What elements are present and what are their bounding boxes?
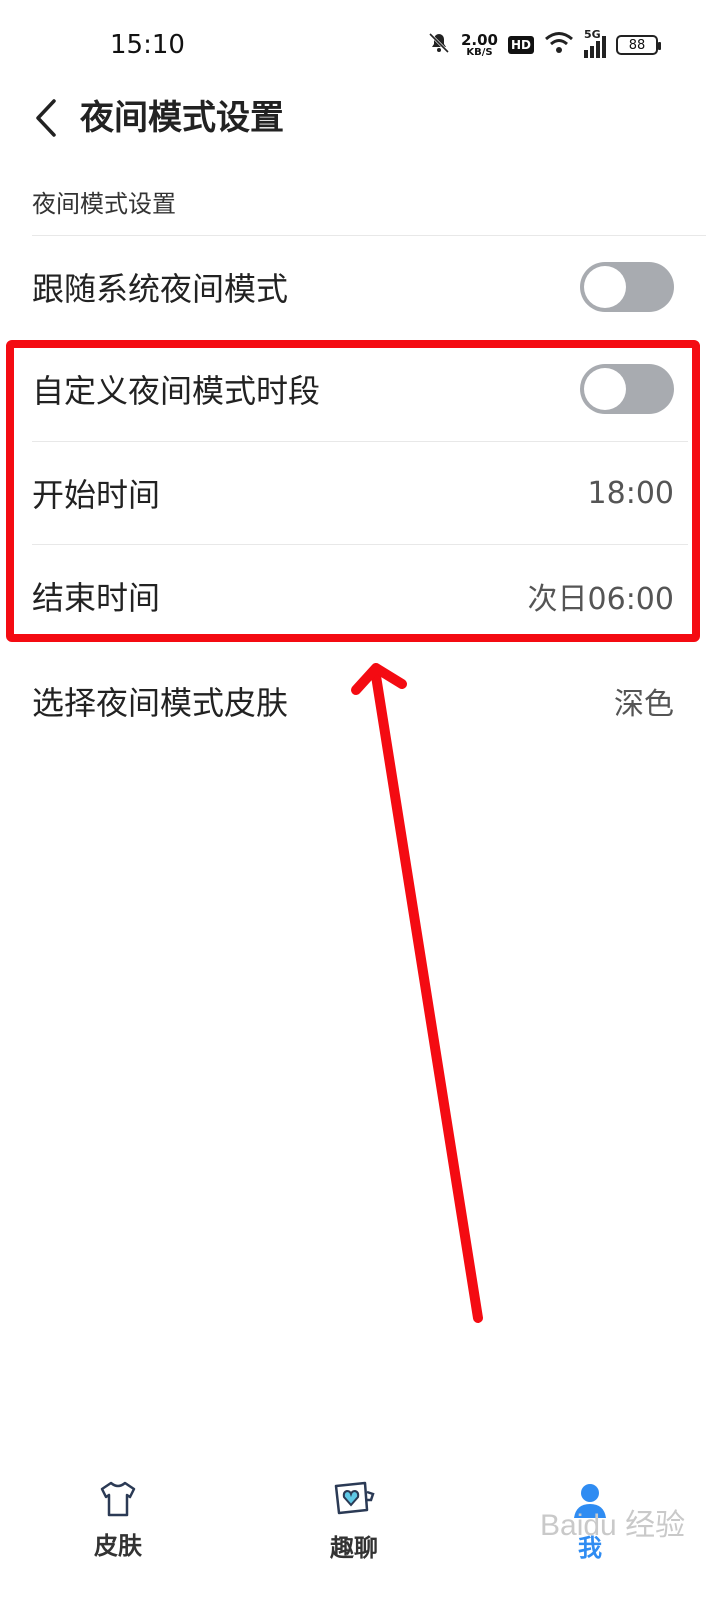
start-time-value: 18:00 <box>587 475 674 511</box>
network-speed: 2.00 KB/S <box>460 30 498 58</box>
cellular-signal-icon: 5G <box>584 28 606 58</box>
chat-heart-icon <box>334 1481 375 1515</box>
custom-period-label: 自定义夜间模式时段 <box>32 372 321 410</box>
start-time-label: 开始时间 <box>32 476 161 514</box>
network-speed-value: 2.00 <box>460 30 498 49</box>
back-button[interactable] <box>26 94 66 142</box>
nav-item-skin[interactable]: 皮肤 <box>58 1480 178 1590</box>
tshirt-icon <box>100 1481 136 1517</box>
status-bar: 15:10 2.00 KB/S HD 5G 88 <box>0 0 720 92</box>
setting-row-start-time[interactable]: 开始时间 18:00 <box>32 442 674 544</box>
chevron-left-icon <box>36 99 56 137</box>
setting-row-skin[interactable]: 选择夜间模式皮肤 深色 <box>32 650 674 752</box>
setting-row-end-time[interactable]: 结束时间 次日06:00 <box>32 545 674 647</box>
end-time-value: 次日06:00 <box>527 582 674 617</box>
setting-row-custom-period[interactable]: 自定义夜间模式时段 <box>32 338 674 440</box>
toggle-knob <box>584 368 626 410</box>
watermark: Baidu 经验 <box>540 1509 686 1542</box>
battery-level: 88 <box>628 37 646 53</box>
status-icons: 2.00 KB/S HD 5G 88 <box>427 28 661 62</box>
section-label: 夜间模式设置 <box>32 190 176 218</box>
skin-value: 深色 <box>614 687 674 722</box>
nav-label-chat: 趣聊 <box>330 1534 378 1562</box>
status-time: 15:10 <box>110 30 185 60</box>
wifi-icon <box>544 31 574 59</box>
toggle-knob <box>584 266 626 308</box>
custom-period-toggle[interactable] <box>580 364 674 414</box>
bell-muted-icon <box>427 31 451 59</box>
page-title: 夜间模式设置 <box>80 98 284 138</box>
hd-badge: HD <box>507 36 534 54</box>
follow-system-label: 跟随系统夜间模式 <box>32 270 289 308</box>
end-time-label: 结束时间 <box>32 579 161 617</box>
network-speed-unit: KB/S <box>466 46 493 58</box>
nav-item-chat[interactable]: 趣聊 <box>294 1480 414 1590</box>
nav-label-skin: 皮肤 <box>94 1532 142 1560</box>
skin-label: 选择夜间模式皮肤 <box>32 684 289 722</box>
setting-row-follow-system[interactable]: 跟随系统夜间模式 <box>32 236 674 338</box>
signal-label: 5G <box>584 28 601 41</box>
battery-indicator: 88 <box>616 35 661 55</box>
header: 夜间模式设置 <box>0 88 720 148</box>
screen: 15:10 2.00 KB/S HD 5G 88 夜间模式设置 夜间模式设置 跟… <box>0 0 720 1600</box>
follow-system-toggle[interactable] <box>580 262 674 312</box>
